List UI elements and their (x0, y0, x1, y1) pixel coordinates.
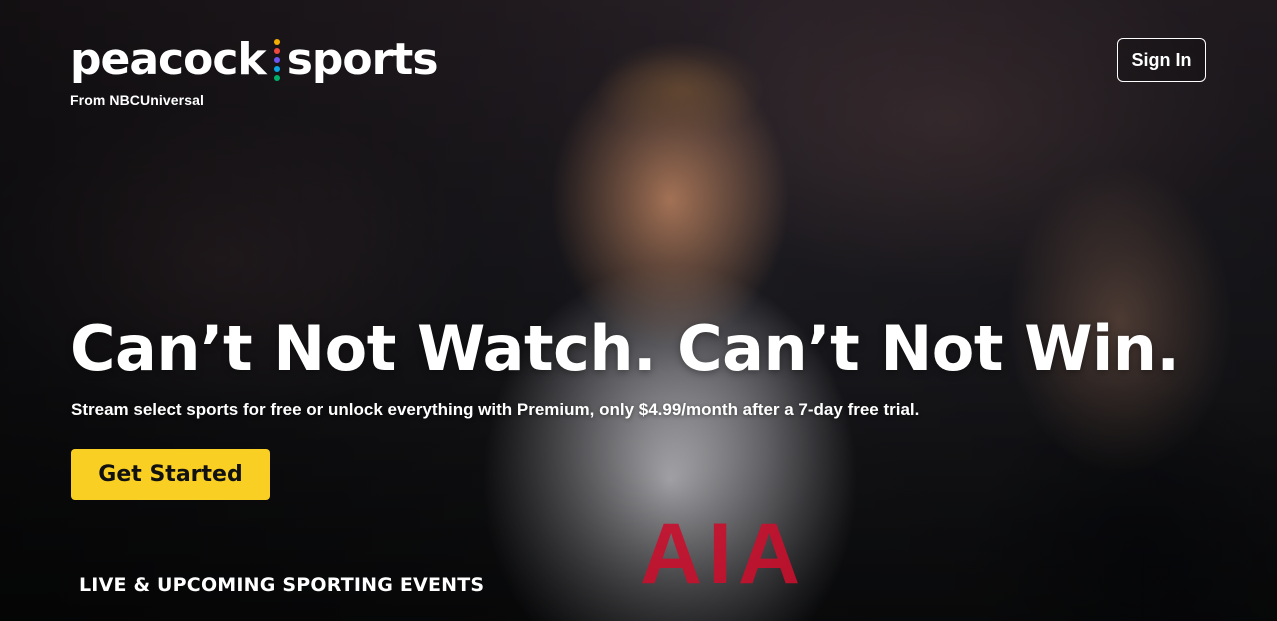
logo-dot-red (273, 48, 280, 54)
logo-dots-icon (273, 39, 280, 81)
live-events-section-title: LIVE & UPCOMING SPORTING EVENTS (79, 574, 485, 596)
hero-headline: Can’t Not Watch. Can’t Not Win. (70, 312, 1180, 385)
logo-subtitle: From NBCUniversal (70, 92, 204, 108)
sign-in-button[interactable]: Sign In (1117, 38, 1206, 82)
get-started-button[interactable]: Get Started (71, 449, 270, 500)
logo-wordmark-peacock: peacock (70, 34, 267, 85)
logo-dot-yellow (273, 39, 280, 45)
peacock-sports-logo[interactable]: peacock sports From NBCUniversal (70, 34, 439, 109)
hero-subheadline: Stream select sports for free or unlock … (71, 400, 920, 419)
logo-dot-purple (273, 57, 280, 63)
jersey-sponsor-text: AIA (640, 506, 807, 602)
logo-wordmark-sports: sports (286, 34, 439, 85)
logo-dot-green (273, 75, 280, 81)
logo-dot-blue (273, 66, 280, 72)
